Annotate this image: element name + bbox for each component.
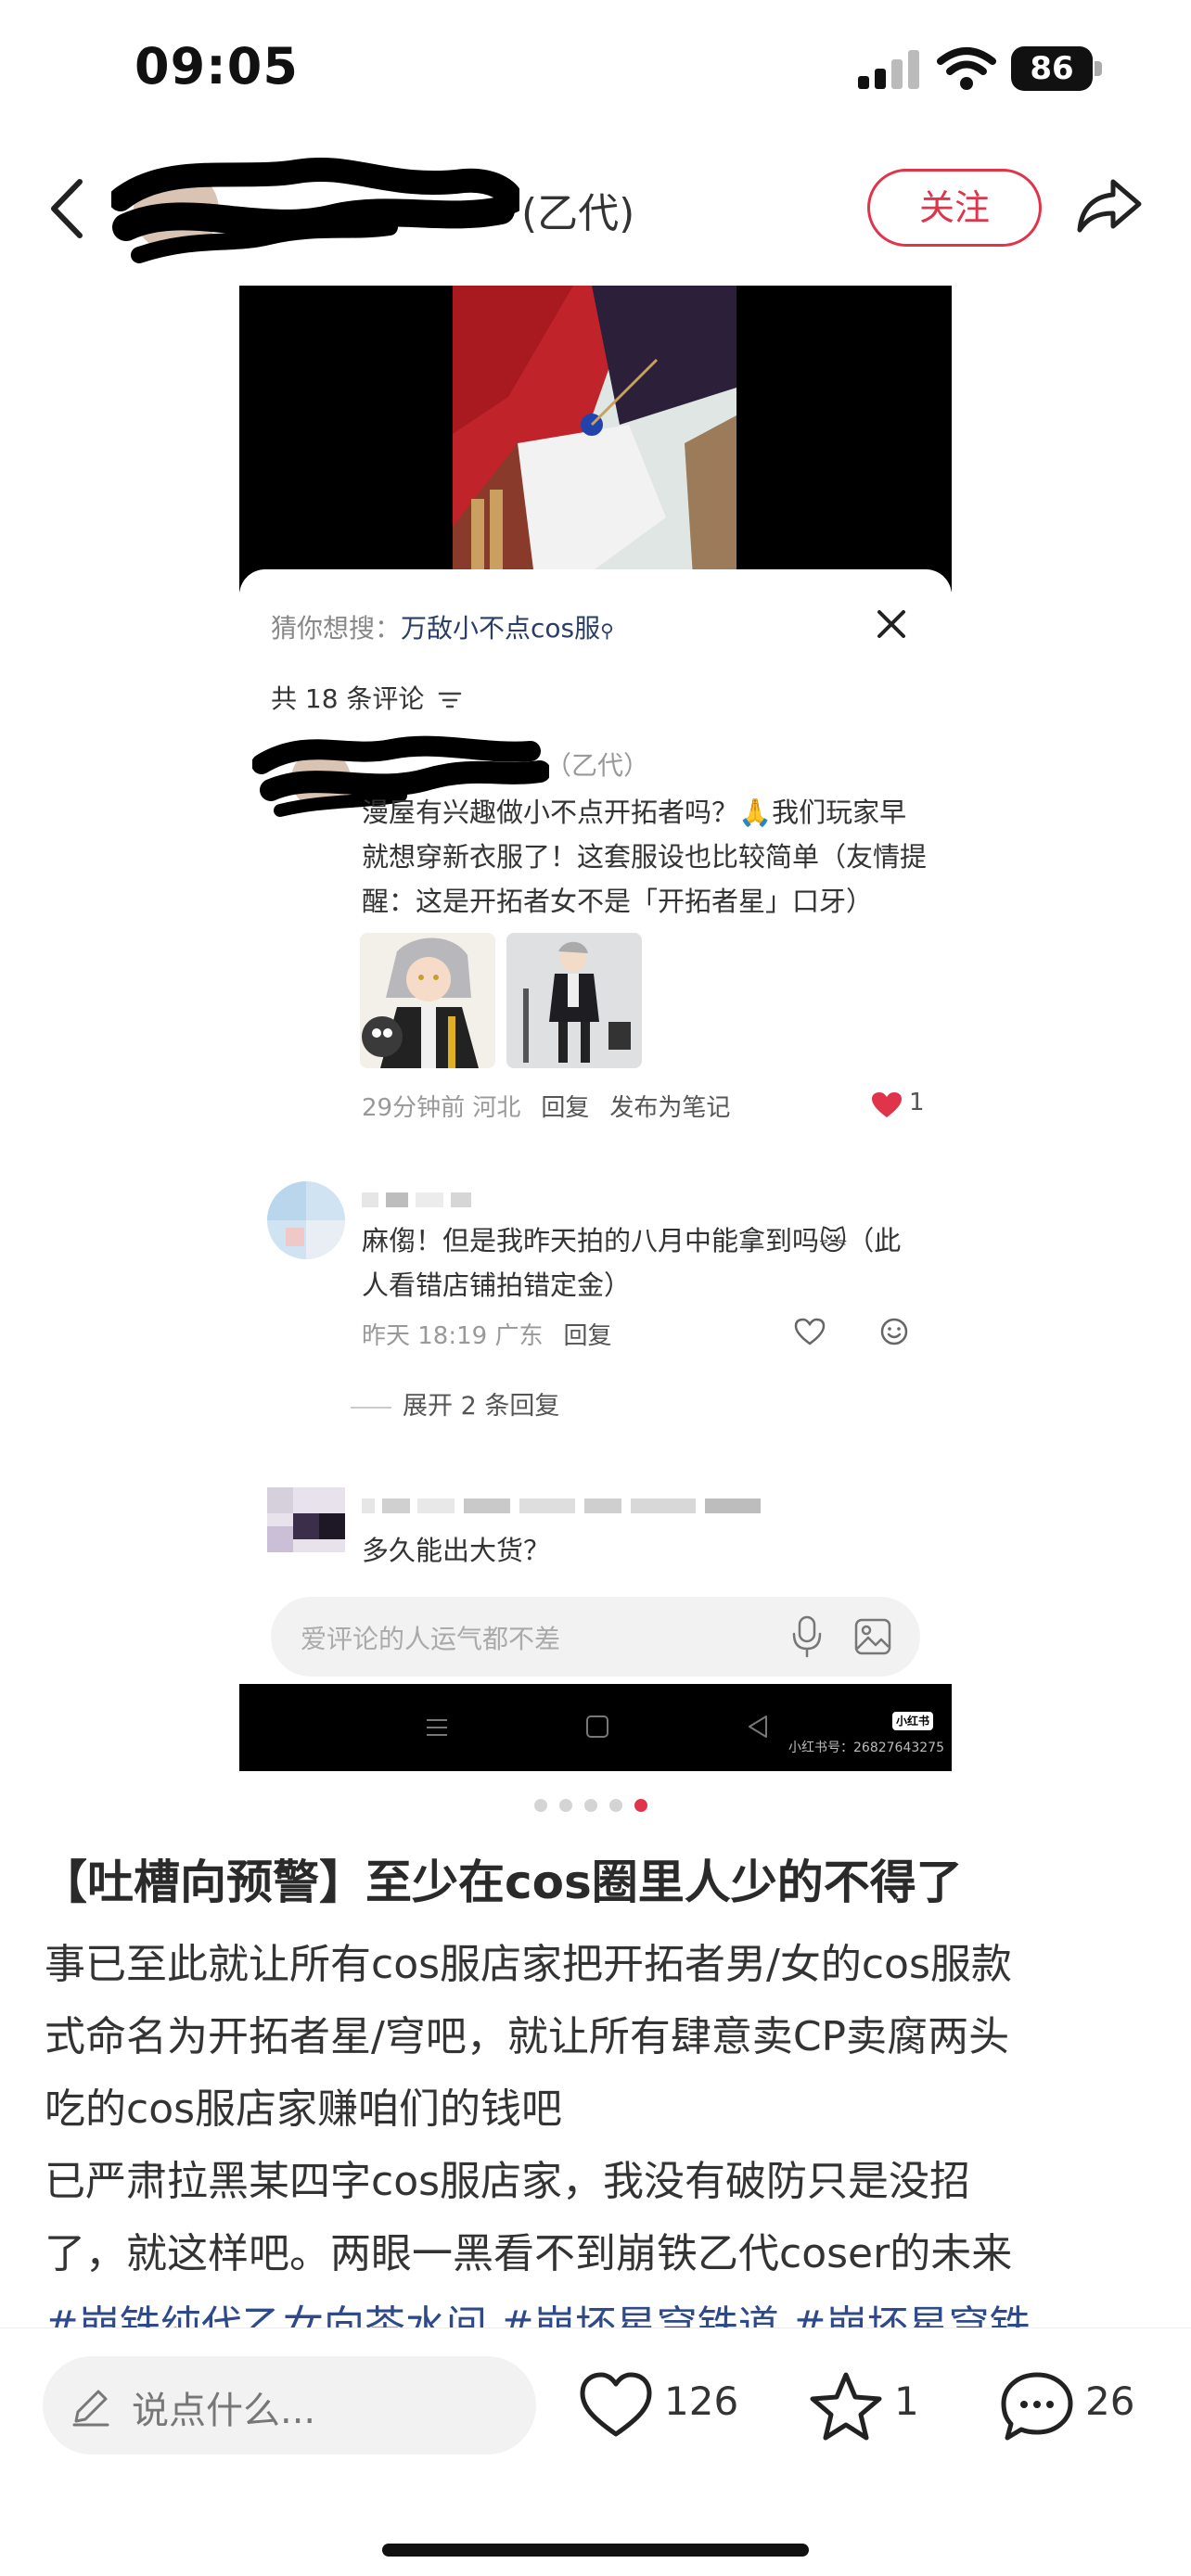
expand-divider [351,1406,391,1409]
commenter-name-blurred[interactable] [362,1495,770,1517]
guess-label: 猜你想搜： [271,613,402,644]
close-icon[interactable] [876,608,907,640]
comment-count: 共 18 条评论 [271,679,462,716]
share-icon[interactable] [1076,176,1143,236]
status-time: 09:05 [134,37,299,96]
comment-bubble-icon[interactable] [1000,2371,1074,2442]
post-hashtags[interactable]: #崩铁纯代乙女向茶水间 #崩坏星穹铁道 #崩坏星穹铁 [45,2290,1167,2331]
sort-icon[interactable] [438,691,462,709]
cosplay-photo [453,286,736,592]
collect-stat[interactable]: 1 [809,2371,929,2445]
post-body-line: 吃的cos服店家赚咱们的钱吧 [45,2085,563,2133]
post-image[interactable]: 猜你想搜：万敌小不点cos服⚲ 共 18 条评论 （乙代） 漫屋有兴趣做小不点开… [239,286,952,1771]
comment-time-location: 29分钟前 河北 [362,1094,521,1122]
star-icon[interactable] [809,2371,883,2442]
page-dot[interactable] [534,1799,547,1812]
microphone-icon[interactable] [790,1615,824,1658]
heart-filled-icon[interactable] [872,1092,902,1118]
commenter-avatar-blurred[interactable] [267,1487,345,1552]
comment-meta: 29分钟前 河北 回复 发布为笔记 [362,1089,730,1123]
guess-search[interactable]: 猜你想搜：万敌小不点cos服⚲ [271,608,614,645]
guess-keyword[interactable]: 万敌小不点cos服 [401,613,600,644]
comment-text: 漫屋有兴趣做小不点开拓者吗？🙏我们玩家早就想穿新衣服了！这套服设也比较简单（友情… [362,797,928,917]
comment-like[interactable]: 1 [872,1089,946,1122]
comment-input[interactable]: 说点什么... [43,2356,536,2455]
comment-time-location: 昨天 18:19 广东 [362,1322,544,1350]
post-title: 【吐槽向预警】至少在cos圈里人少的不得了 [41,1855,963,1909]
pen-icon [72,2390,109,2427]
status-bar: 09:05 86 [0,0,1191,139]
cellular-signal-icon [858,50,919,89]
heart-icon[interactable] [579,2371,653,2442]
expand-replies-button[interactable]: 展开 2 条回复 [351,1385,559,1422]
reply-button[interactable]: 回复 [563,1322,611,1350]
comment-input-placeholder[interactable]: 说点什么... [132,2380,315,2434]
publish-note-button[interactable]: 发布为笔记 [609,1094,730,1122]
like-stat[interactable]: 126 [579,2371,739,2445]
watermark-id: 小红书号：26827643275 [788,1741,944,1755]
reply-button[interactable]: 回复 [541,1094,589,1122]
comment-input-placeholder[interactable]: 爱评论的人运气都不差 [301,1619,560,1656]
page-dot-active[interactable] [634,1799,647,1812]
watermark-badge: 小红书 [892,1712,933,1730]
comment-image-2[interactable] [506,933,642,1068]
search-icon: ⚲ [600,619,614,642]
battery-icon: 86 [1011,46,1102,91]
battery-level: 86 [1011,46,1093,91]
author-redacted-scribble[interactable] [111,144,519,274]
post-body-line: 事已至此就让所有cos服店家把开拓者男/女的cos服款 [45,1941,1012,1988]
home-indicator [382,2544,809,2557]
battery-tip [1095,61,1102,76]
home-icon [586,1715,608,1738]
video-preview [239,286,952,592]
post-body-line: 已严肃拉黑某四字cos服店家，我没有破防只是没招 [45,2158,971,2205]
menu-icon [427,1719,447,1736]
comment-image-1[interactable] [360,933,495,1068]
comment-input-bar[interactable]: 爱评论的人运气都不差 [271,1597,920,1677]
page-dot[interactable] [584,1799,597,1812]
image-pagination [534,1799,664,1814]
nav-back-icon [749,1715,767,1738]
comment-text: 麻㑳！但是我昨天拍的八月中能拿到吗😿（此人看错店铺拍错定金） [362,1225,902,1301]
comment-stat[interactable]: 26 [1000,2371,1148,2445]
back-icon[interactable] [45,176,91,241]
comment-like-count: 1 [909,1089,925,1116]
bottom-action-bar: 说点什么... 126 1 26 [0,2327,1191,2576]
collect-count: 1 [894,2378,919,2424]
comment-count-bottom: 26 [1085,2378,1135,2424]
post-body-line: 了，就这样吧。两眼一黑看不到崩铁乙代coser的未来 [45,2230,1013,2277]
emoji-icon[interactable] [879,1317,909,1346]
page-dot[interactable] [609,1799,622,1812]
author-name-suffix[interactable]: (乙代) [521,180,634,239]
wifi-icon [937,47,996,90]
heart-outline-icon[interactable] [794,1317,826,1346]
android-nav-bar: 小红书 小红书号：26827643275 [239,1684,952,1771]
post-body-line: 式命名为开拓者星/穹吧，就让所有肆意卖CP卖腐两头 [45,2013,1010,2060]
post-body: 事已至此就让所有cos服店家把开拓者男/女的cos服款 式命名为开拓者星/穹吧，… [45,1929,1167,2290]
comment-text: 多久能出大货？ [362,1535,551,1566]
like-count: 126 [664,2378,739,2424]
comment-meta: 昨天 18:19 广东 回复 [362,1317,611,1351]
commenter-avatar-blurred[interactable] [267,1181,345,1259]
page-dot[interactable] [559,1799,572,1812]
commenter-name-blurred[interactable] [362,1189,510,1211]
follow-button[interactable]: 关注 [867,169,1042,247]
comment-sheet: 猜你想搜：万敌小不点cos服⚲ 共 18 条评论 （乙代） 漫屋有兴趣做小不点开… [239,569,952,1706]
expand-replies-label[interactable]: 展开 2 条回复 [403,1392,559,1421]
comment-count-label: 共 18 条评论 [271,683,425,714]
image-icon[interactable] [853,1617,892,1656]
commenter-name-suffix: （乙代） [545,750,650,781]
